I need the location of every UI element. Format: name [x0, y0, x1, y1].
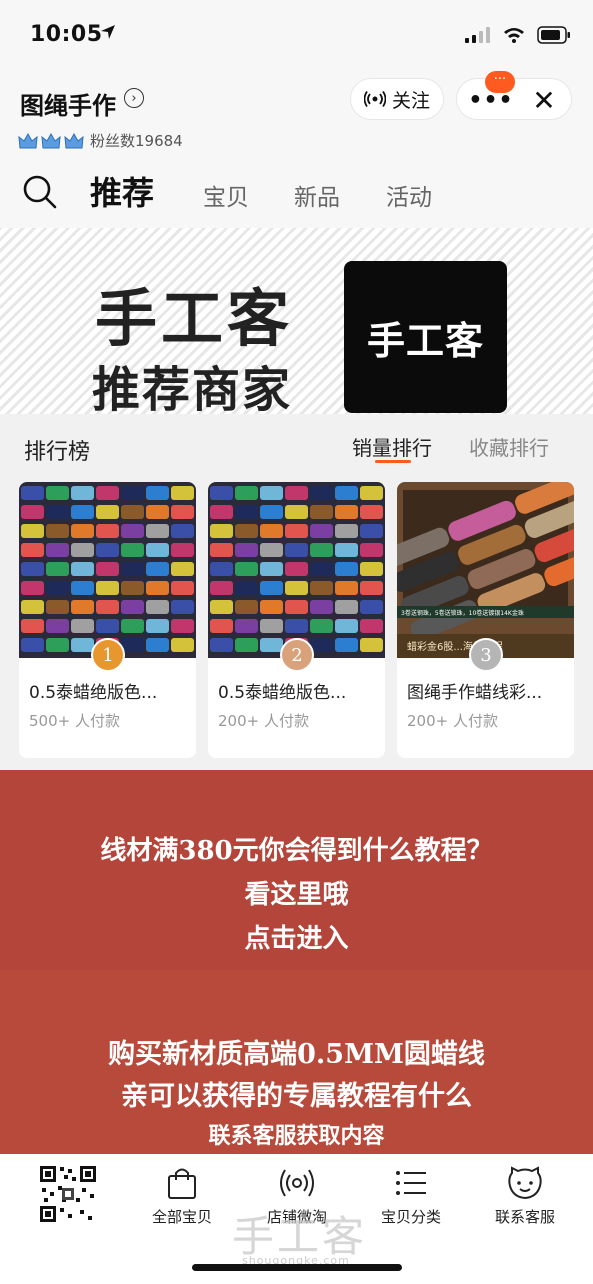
product-title: 图绳手作蜡线彩... [407, 683, 543, 703]
broadcast-icon [363, 91, 386, 107]
status-icons [465, 26, 571, 44]
product-card[interactable]: 3卷送钢珠，5卷送锁珠，10卷送镀银14K金珠 蜡彩金6股...海量教程 3 图… [397, 482, 574, 758]
nav-label: 宝贝分类 [380, 1208, 441, 1226]
follow-label: 关注 [391, 89, 430, 112]
product-title: 0.5泰蜡绝版色... [29, 683, 158, 703]
crown-icon [41, 132, 61, 149]
tab-favorites-ranking[interactable]: 收藏排行 [469, 432, 549, 461]
banner-title: 手工客 [95, 282, 294, 355]
promo-line-4: 购买新材质高端0.5MM圆蜡线 [108, 1039, 485, 1070]
shop-level-crowns [18, 132, 84, 150]
promo-line-1: 线材满380元你会得到什么教程？ [100, 836, 493, 866]
crown-icon [64, 132, 84, 149]
tab-activity[interactable]: 活动 [386, 178, 432, 212]
promo-line-3: 点击进入 [244, 924, 349, 954]
ranking-title: 排行榜 [24, 440, 91, 465]
card3-top-text: 3卷送钢珠，5卷送锁珠，10卷送镀银14K金珠 [401, 609, 524, 617]
tab-products[interactable]: 宝贝 [203, 178, 249, 212]
product-sales: 200+ 人付款 [218, 712, 309, 730]
promo-line-5: 亲可以获得的专属教程有什么 [121, 1081, 472, 1112]
chat-face-icon [508, 1166, 542, 1200]
list-icon [396, 1171, 426, 1195]
shop-name[interactable]: 图绳手作 [20, 86, 116, 121]
message-badge: ··· [485, 71, 515, 93]
tab-new[interactable]: 新品 [294, 178, 340, 212]
shop-info-arrow-icon[interactable]: › [124, 88, 144, 108]
location-arrow-icon [101, 25, 115, 39]
promo-line-6: 联系客服获取内容 [208, 1123, 385, 1149]
crown-icon [18, 132, 38, 149]
product-title: 0.5泰蜡绝版色... [218, 683, 347, 703]
fans-count: 粉丝数19684 [90, 132, 183, 150]
search-icon[interactable] [22, 174, 58, 210]
follow-button[interactable]: 关注 [350, 78, 444, 120]
nav-label: 联系客服 [494, 1208, 555, 1226]
banner-logo: 手工客 [344, 261, 507, 413]
rank-medal: 2 [280, 638, 314, 672]
nav-all-products[interactable]: 全部宝贝 [127, 1166, 237, 1227]
product-image [208, 482, 385, 658]
battery-icon [537, 26, 570, 44]
banner-subtitle: 推荐商家 [92, 362, 293, 414]
rank-medal: 1 [91, 638, 125, 672]
bag-icon [168, 1168, 196, 1199]
signal-icon [465, 27, 490, 43]
product-image [19, 482, 196, 658]
status-time: 10:05 [30, 22, 103, 47]
product-sales: 500+ 人付款 [29, 712, 120, 730]
active-tab-indicator [375, 460, 411, 463]
nav-label: 全部宝贝 [151, 1208, 212, 1226]
tab-sales-ranking[interactable]: 销量排行 [352, 432, 432, 461]
qr-code-icon[interactable] [38, 1164, 98, 1224]
wifi-icon [504, 28, 524, 43]
home-indicator [192, 1264, 402, 1271]
rank-medal: 3 [469, 638, 503, 672]
product-sales: 200+ 人付款 [407, 712, 498, 730]
shop-header: 图绳手作 › 粉丝数19684 关注 ••• ··· ✕ 推荐 宝贝 新品 活动 [0, 71, 593, 228]
close-button[interactable]: ✕ [529, 79, 559, 121]
product-image: 3卷送钢珠，5卷送锁珠，10卷送镀银14K金珠 蜡彩金6股...海量教程 [397, 482, 574, 658]
recommend-banner[interactable]: 手工客 推荐商家 手工客 [0, 228, 593, 414]
shop-tabs: 推荐 宝贝 新品 活动 [0, 168, 593, 222]
product-card[interactable]: 1 0.5泰蜡绝版色... 500+ 人付款 [19, 482, 196, 758]
mini-program-capsule: ••• ··· ✕ [456, 71, 572, 121]
nav-categories[interactable]: 宝贝分类 [356, 1166, 466, 1227]
broadcast-icon [280, 1169, 314, 1197]
promo-banner[interactable]: 线材满380元你会得到什么教程？ 看这里哦 点击进入 购买新材质高端0.5MM圆… [0, 770, 593, 1154]
tab-recommend[interactable]: 推荐 [90, 168, 154, 214]
ranking-section: 排行榜 销量排行 收藏排行 1 0.5泰蜡绝版色... 500+ 人付款 2 0… [0, 414, 593, 770]
status-bar: 10:05 [0, 0, 593, 72]
product-card[interactable]: 2 0.5泰蜡绝版色... 200+ 人付款 [208, 482, 385, 758]
promo-line-2: 看这里哦 [244, 880, 349, 910]
nav-customer-service[interactable]: 联系客服 [470, 1166, 580, 1227]
